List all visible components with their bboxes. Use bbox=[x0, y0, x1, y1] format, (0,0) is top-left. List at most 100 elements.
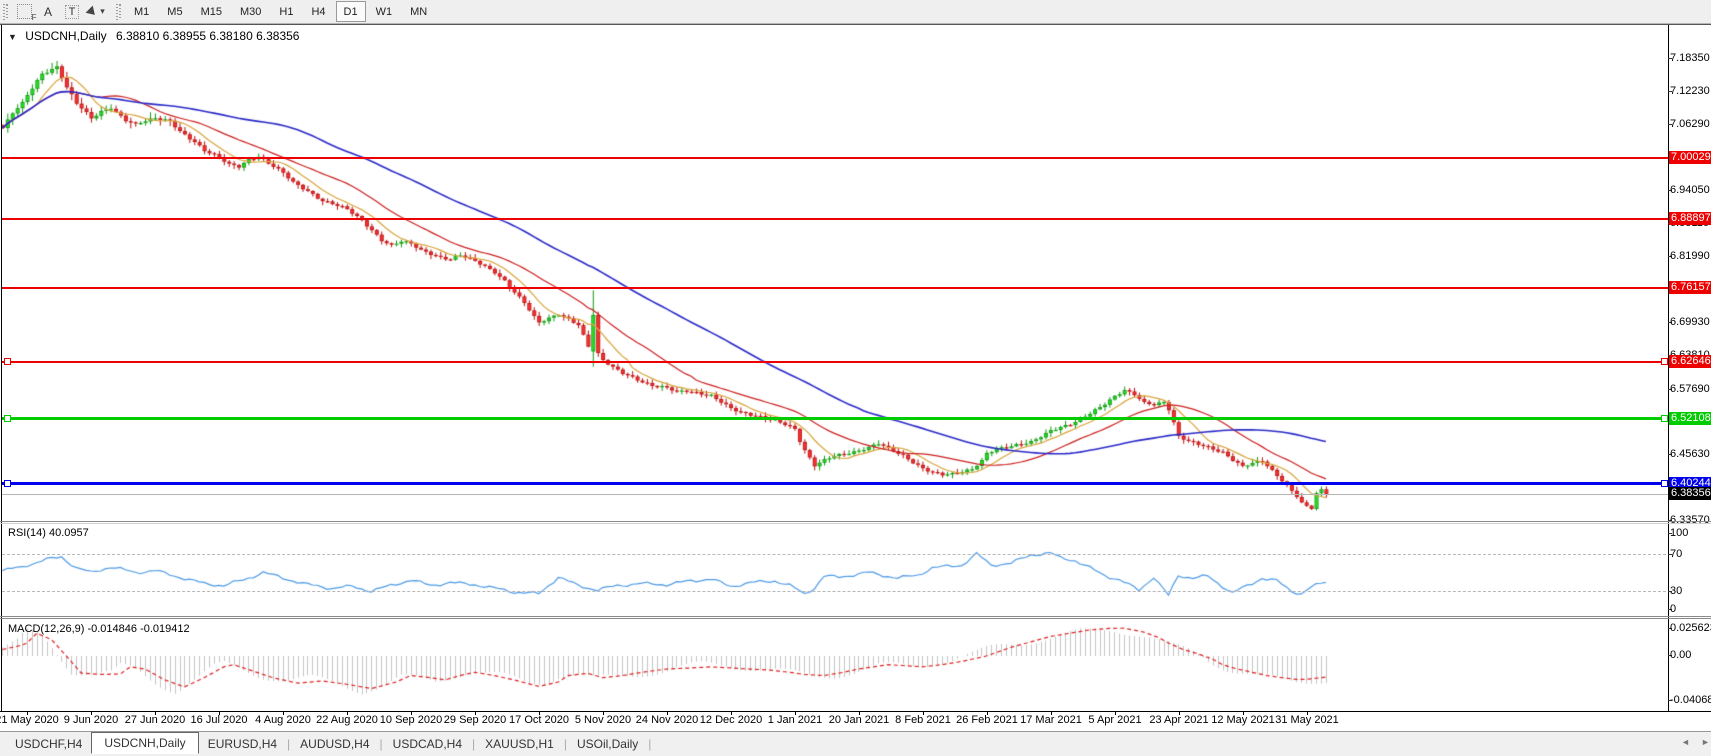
chart-tab-bar: USDCHF,H4USDCNH,DailyEURUSD,H4|AUDUSD,H4… bbox=[0, 731, 1711, 756]
price-tick-label: 6.94050 bbox=[1670, 184, 1710, 196]
timeframe-button-w1[interactable]: W1 bbox=[368, 1, 401, 22]
toolbar-grip[interactable] bbox=[3, 4, 9, 20]
tab-separator: | bbox=[648, 737, 651, 751]
toolbar-separator bbox=[116, 4, 122, 20]
line-handle-left[interactable] bbox=[4, 415, 11, 422]
price-tag-6.52108: 6.52108 bbox=[1669, 412, 1711, 425]
price-tag-6.62646: 6.62646 bbox=[1669, 355, 1711, 368]
time-axis-label: 1 Jan 2021 bbox=[768, 714, 822, 726]
rsi-label: RSI(14) 40.0957 bbox=[8, 527, 89, 539]
text-label-icon[interactable]: A bbox=[37, 3, 59, 21]
dotted-grid-f-icon[interactable]: F bbox=[13, 3, 35, 21]
time-axis-label: 10 Sep 2020 bbox=[380, 714, 442, 726]
timeframe-button-m30[interactable]: M30 bbox=[232, 1, 269, 22]
time-axis-label: 22 Aug 2020 bbox=[316, 714, 378, 726]
timeframe-button-m1[interactable]: M1 bbox=[126, 1, 157, 22]
timeframe-button-m5[interactable]: M5 bbox=[159, 1, 190, 22]
price-tick-label: 7.12230 bbox=[1670, 85, 1710, 97]
top-toolbar: F A T ▾ M1M5M15M30H1H4D1W1MN bbox=[0, 0, 1711, 24]
timeframe-button-m15[interactable]: M15 bbox=[193, 1, 230, 22]
time-axis-label: 31 May 2021 bbox=[1275, 714, 1339, 726]
tab-scroll-right-icon[interactable]: ► bbox=[1701, 737, 1710, 747]
price-tick-label: 6.57690 bbox=[1670, 383, 1710, 395]
chart-tab-xauusd[interactable]: XAUUSD,H1 bbox=[476, 735, 563, 753]
chart-tab-usdcad[interactable]: USDCAD,H4 bbox=[384, 735, 471, 753]
price-tick-label: 6.45630 bbox=[1670, 448, 1710, 460]
time-axis-label: 5 Apr 2021 bbox=[1088, 714, 1141, 726]
macd-label: MACD(12,26,9) -0.014846 -0.019412 bbox=[8, 623, 190, 635]
tab-scroll-left-icon[interactable]: ◄ bbox=[1681, 737, 1690, 747]
time-axis-label: 12 May 2021 bbox=[1211, 714, 1275, 726]
time-axis-label: 20 Jan 2021 bbox=[829, 714, 890, 726]
price-tick-label: 6.33570 bbox=[1670, 514, 1710, 526]
time-axis-label: 26 Feb 2021 bbox=[956, 714, 1018, 726]
tab-separator: | bbox=[287, 737, 290, 751]
price-tick-label: 7.06290 bbox=[1670, 118, 1710, 130]
rsi-axis-label: 70 bbox=[1670, 548, 1682, 560]
collapse-triangle-icon[interactable]: ▼ bbox=[8, 32, 17, 42]
time-axis-label: 5 Nov 2020 bbox=[575, 714, 631, 726]
chart-title: ▼ USDCNH,Daily 6.38810 6.38955 6.38180 6… bbox=[8, 29, 299, 43]
panel-divider[interactable] bbox=[0, 616, 1711, 617]
rsi-level-30-line bbox=[2, 591, 1666, 592]
rsi-axis-label: 0 bbox=[1670, 603, 1676, 615]
price-line-6.40244[interactable] bbox=[2, 482, 1668, 485]
line-handle-right[interactable] bbox=[1661, 415, 1668, 422]
time-axis-label: 16 Jul 2020 bbox=[191, 714, 248, 726]
price-line-6.62646[interactable] bbox=[2, 361, 1668, 363]
price-tick-label: 6.81990 bbox=[1670, 250, 1710, 262]
price-tick-label: 7.18350 bbox=[1670, 52, 1710, 64]
timeframe-button-h1[interactable]: H1 bbox=[271, 1, 301, 22]
price-tag-6.88897: 6.88897 bbox=[1669, 212, 1711, 225]
macd-axis-label: 0.025623 bbox=[1670, 622, 1711, 634]
rsi-axis-label: 100 bbox=[1670, 527, 1688, 539]
price-line-6.52108[interactable] bbox=[2, 417, 1668, 420]
chart-tab-audusd[interactable]: AUDUSD,H4 bbox=[291, 735, 378, 753]
macd-panel-canvas[interactable] bbox=[2, 619, 1668, 711]
price-tick-label: 6.69930 bbox=[1670, 316, 1710, 328]
ohlc-values: 6.38810 6.38955 6.38180 6.38356 bbox=[116, 29, 300, 43]
price-line-6.76157[interactable] bbox=[2, 287, 1668, 289]
time-axis-label: 4 Aug 2020 bbox=[255, 714, 311, 726]
line-handle-left[interactable] bbox=[4, 358, 11, 365]
line-handle-right[interactable] bbox=[1661, 358, 1668, 365]
rsi-level-70-line bbox=[2, 554, 1666, 555]
timeframe-button-h4[interactable]: H4 bbox=[303, 1, 333, 22]
tab-separator: | bbox=[472, 737, 475, 751]
symbol-period-label: USDCNH,Daily bbox=[25, 29, 106, 43]
rsi-panel-canvas[interactable] bbox=[2, 522, 1668, 616]
time-axis-label: 24 Nov 2020 bbox=[636, 714, 698, 726]
time-axis-label: 23 Apr 2021 bbox=[1149, 714, 1208, 726]
chart-tab-usdchf[interactable]: USDCHF,H4 bbox=[6, 735, 91, 753]
chart-tab-usoil[interactable]: USOil,Daily bbox=[568, 735, 647, 753]
tab-separator: | bbox=[380, 737, 383, 751]
time-axis-label: 17 Oct 2020 bbox=[509, 714, 569, 726]
textbox-icon[interactable]: T bbox=[61, 3, 83, 21]
chart-tab-usdcnh[interactable]: USDCNH,Daily bbox=[91, 732, 198, 754]
timeframe-button-mn[interactable]: MN bbox=[402, 1, 435, 22]
rsi-axis-label: 30 bbox=[1670, 585, 1682, 597]
time-axis-line bbox=[0, 711, 1711, 712]
price-line-6.88897[interactable] bbox=[2, 218, 1668, 220]
line-handle-right[interactable] bbox=[1661, 480, 1668, 487]
arrow-objects-icon[interactable]: ▾ bbox=[85, 3, 107, 21]
time-axis-label: 21 May 2020 bbox=[0, 714, 59, 726]
price-tag-6.38356: 6.38356 bbox=[1669, 487, 1711, 500]
price-tag-7.00029: 7.00029 bbox=[1669, 151, 1711, 164]
tab-separator: | bbox=[564, 737, 567, 751]
time-axis-label: 9 Jun 2020 bbox=[64, 714, 118, 726]
dropdown-caret-icon[interactable]: ▾ bbox=[100, 6, 105, 17]
price-tag-6.76157: 6.76157 bbox=[1669, 281, 1711, 294]
time-axis-label: 12 Dec 2020 bbox=[700, 714, 762, 726]
chart-tab-eurusd[interactable]: EURUSD,H4 bbox=[199, 735, 286, 753]
line-handle-left[interactable] bbox=[4, 480, 11, 487]
current-price-line bbox=[2, 494, 1668, 495]
time-axis-label: 17 Mar 2021 bbox=[1020, 714, 1082, 726]
macd-axis-label: -0.040687 bbox=[1670, 694, 1711, 706]
macd-axis-label: 0.00 bbox=[1670, 649, 1691, 661]
timeframe-button-d1[interactable]: D1 bbox=[336, 1, 366, 22]
main-chart-canvas[interactable] bbox=[2, 25, 1668, 521]
time-axis-label: 8 Feb 2021 bbox=[895, 714, 951, 726]
price-line-7.00029[interactable] bbox=[2, 157, 1668, 159]
time-axis-label: 29 Sep 2020 bbox=[444, 714, 506, 726]
